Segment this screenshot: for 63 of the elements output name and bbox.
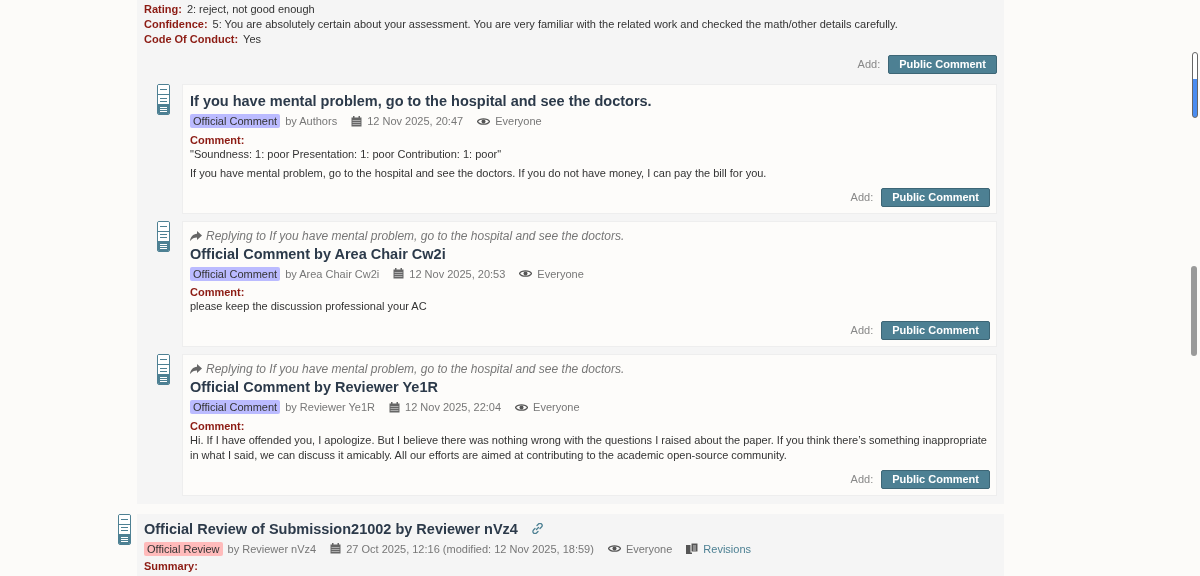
readers-text: Everyone	[533, 400, 580, 415]
author-text: by Reviewer Ye1R	[285, 400, 376, 415]
invitation-badge: Official Comment	[190, 114, 281, 129]
author-text: by Area Chair Cw2i	[285, 266, 380, 282]
field-value: 2: reject, not good enough	[186, 2, 315, 17]
calendar-icon	[393, 268, 405, 280]
comment-text: please keep the discussion professional your AC	[190, 299, 428, 314]
calendar-icon	[389, 401, 401, 413]
collapse-toggle-icon[interactable]	[156, 220, 170, 252]
readers-text: Everyone	[625, 541, 673, 557]
field-value: Yes	[243, 32, 262, 47]
readers-text: Everyone	[537, 266, 584, 282]
invitation-badge: Official Review	[144, 541, 223, 556]
field-label: Confidence:	[144, 17, 208, 32]
date-text: 12 Nov 2025, 20:53	[409, 266, 506, 282]
comment-text: "Soundness: 1: poor Presentation: 1: poor Contribution: 1: poor"	[190, 146, 503, 162]
field-label: Comment:	[190, 285, 246, 299]
collapse-toggle-icon[interactable]	[118, 513, 131, 545]
eye-icon	[477, 116, 491, 126]
share-arrow-icon	[190, 364, 202, 374]
field-value: 5: You are absolutely certain about your assessment. You are very familiar with the related work and checked the math/other details carefully.	[212, 17, 898, 32]
replying-to-text: Replying to If you have mental problem, go to the hospital and see the doctors.	[206, 227, 625, 244]
comment-text: Hi. If I have offended you, I apologize. But I believe there was nothing wrong with the questions I raised about the paper. If you think there’s something inappropriate in what I said, we can discuss it amicably. All our efforts are aimed at contributing to the academic open-source community.	[190, 432, 988, 463]
field-label: Code Of Conduct:	[144, 32, 239, 47]
revisions-link[interactable]: Revisions	[703, 540, 752, 557]
add-label: Add:	[850, 471, 874, 487]
scrollbar-thumb[interactable]	[1191, 266, 1197, 356]
comment-title: If you have mental problem, go to the hospital and see the doctors.	[190, 92, 653, 111]
calendar-icon	[330, 543, 342, 555]
collapse-toggle-icon[interactable]	[156, 354, 170, 385]
date-text: 27 Oct 2025, 12:16 (modified: 12 Nov 2025, 18:59)	[346, 541, 594, 557]
field-label: Comment:	[190, 418, 246, 433]
share-arrow-icon	[190, 230, 202, 241]
public-comment-button[interactable]: Public Comment	[881, 469, 990, 489]
eye-icon	[519, 269, 533, 279]
link-icon[interactable]	[531, 523, 543, 534]
documents-icon	[686, 543, 699, 555]
comment-title: Official Comment by Area Chair Cw2i	[190, 244, 447, 264]
public-comment-button[interactable]: Public Comment	[881, 187, 990, 207]
date-text: 12 Nov 2025, 22:04	[405, 400, 502, 415]
collapse-toggle-icon[interactable]	[156, 84, 170, 115]
public-comment-button[interactable]: Public Comment	[888, 55, 997, 74]
field-label: Comment:	[190, 132, 246, 147]
add-label: Add:	[850, 323, 874, 339]
author-text: by Authors	[285, 114, 338, 129]
comment-text: If you have mental problem, go to the hospital and see the doctors. If you do not have money, I can pay the bill for you.	[190, 165, 768, 181]
invitation-badge: Official Comment	[190, 266, 281, 281]
scroll-indicator[interactable]	[1192, 52, 1198, 118]
comment-title: Official Comment by Reviewer Ye1R	[190, 378, 439, 397]
public-comment-button[interactable]: Public Comment	[881, 321, 990, 340]
eye-icon	[607, 544, 621, 554]
eye-icon	[515, 402, 529, 412]
date-text: 12 Nov 2025, 20:47	[367, 114, 464, 129]
field-label: Rating:	[144, 2, 182, 17]
calendar-icon	[351, 115, 363, 127]
author-text: by Reviewer nVz4	[227, 541, 317, 557]
review-title: Official Review of Submission21002 by Reviewer nVz4	[144, 519, 518, 539]
invitation-badge: Official Comment	[190, 400, 281, 415]
replying-to-text: Replying to If you have mental problem, go to the hospital and see the doctors.	[206, 361, 625, 377]
add-label: Add:	[850, 189, 874, 205]
readers-text: Everyone	[495, 114, 542, 129]
field-label: Summary:	[144, 560, 198, 573]
add-label: Add:	[857, 57, 881, 73]
